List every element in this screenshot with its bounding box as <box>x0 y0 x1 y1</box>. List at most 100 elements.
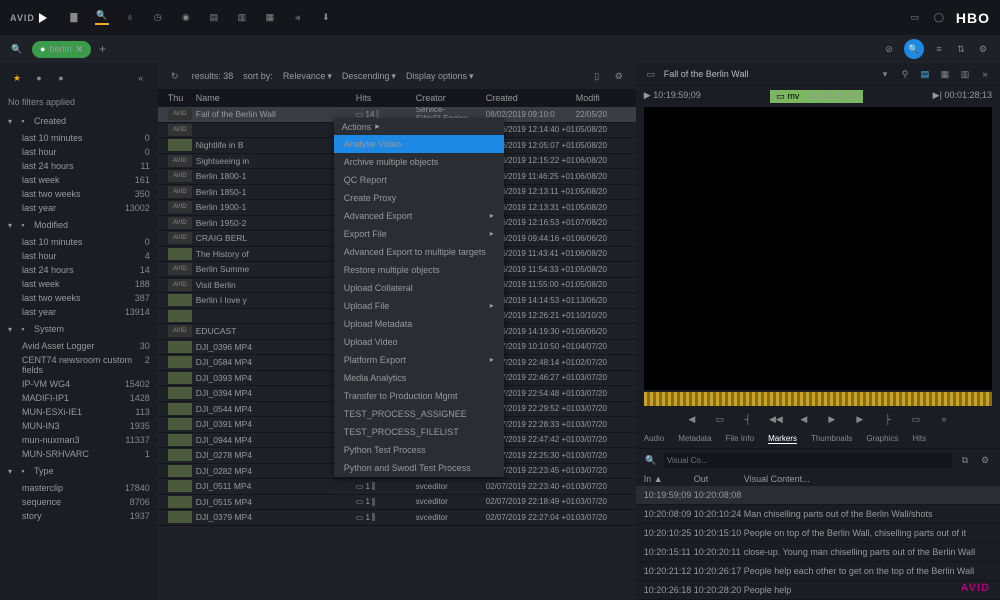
sidebar-section-head[interactable]: ▾ ▪ Type <box>8 461 150 481</box>
sidebar-section-head[interactable]: ▾ ▪ Modified <box>8 215 150 235</box>
layout2-icon[interactable]: ▦ <box>938 67 952 81</box>
add-chip-button[interactable]: + <box>99 42 106 56</box>
layout1-icon[interactable]: ▤ <box>918 67 932 81</box>
preview-tab[interactable]: Thumbnails <box>811 434 852 444</box>
ctx-menu-item[interactable]: Export File▸ <box>334 225 504 243</box>
marker-row[interactable]: 10:20:10:2510:20:15:10People on top of t… <box>636 524 1000 543</box>
sidebar-item[interactable]: MUN-IN31935 <box>8 419 150 433</box>
sidebar-item[interactable]: last week161 <box>8 173 150 187</box>
sidebar-item[interactable]: IP-VM WG415402 <box>8 377 150 391</box>
sidebar-item[interactable]: CENT74 newsroom custom fields2 <box>8 353 150 377</box>
prev-icon[interactable]: ◀ <box>797 412 811 426</box>
sidebar-item[interactable]: last 24 hours11 <box>8 159 150 173</box>
sidebar-section-head[interactable]: ▾ ▪ Created <box>8 111 150 131</box>
preview-tab[interactable]: Graphics <box>866 434 898 444</box>
display-dropdown[interactable]: Display options ▾ <box>406 71 474 82</box>
columns-icon[interactable]: ▯ <box>590 69 604 83</box>
preview-tab[interactable]: Metadata <box>678 434 711 444</box>
list-icon[interactable]: ≡ <box>932 42 946 56</box>
sidebar-item[interactable]: last year13914 <box>8 305 150 319</box>
ctx-menu-item[interactable]: TEST_PROCESS_FILELIST <box>334 423 504 441</box>
sidebar-item[interactable]: masterclip17840 <box>8 481 150 495</box>
preview-tab[interactable]: Audio <box>644 434 664 444</box>
ctx-menu-item[interactable]: Create Proxy <box>334 189 504 207</box>
star-icon[interactable]: ★ <box>10 71 24 85</box>
ctx-menu-item[interactable]: Archive multiple objects <box>334 153 504 171</box>
sidebar-item[interactable]: last hour0 <box>8 145 150 159</box>
in-icon[interactable]: ▭ <box>713 412 727 426</box>
sort-icon[interactable]: ⇅ <box>954 42 968 56</box>
sidebar-item[interactable]: last 10 minutes0 <box>8 235 150 249</box>
ctx-menu-item[interactable]: Advanced Export to multiple targets <box>334 243 504 261</box>
ctx-menu-item[interactable]: Media Analytics <box>334 369 504 387</box>
video-viewport[interactable] <box>644 107 992 390</box>
preview-tab[interactable]: File Info <box>726 434 754 444</box>
ctx-menu-item[interactable]: Upload Video <box>334 333 504 351</box>
folder-icon[interactable]: ▇ <box>67 11 81 25</box>
chip-remove-icon[interactable]: ✕ <box>75 44 83 55</box>
step-back-icon[interactable]: ┤ <box>741 412 755 426</box>
user-icon[interactable]: ◯ <box>932 11 946 25</box>
out-icon[interactable]: ▭ <box>909 412 923 426</box>
ctx-menu-item[interactable]: Advanced Export▸ <box>334 207 504 225</box>
check-icon[interactable]: ● <box>32 71 46 85</box>
collapse-sidebar-icon[interactable]: « <box>134 71 148 85</box>
copy-icon[interactable]: ⧉ <box>958 453 972 467</box>
more-icon[interactable]: » <box>978 67 992 81</box>
order-dropdown[interactable]: Descending ▾ <box>342 71 396 82</box>
sidebar-item[interactable]: mun-nuxman311337 <box>8 433 150 447</box>
gear-icon[interactable]: ⚙ <box>612 69 626 83</box>
sidebar-item[interactable]: MUN-ESXi-IE1113 <box>8 405 150 419</box>
ctx-menu-item[interactable]: Upload File▸ <box>334 297 504 315</box>
search-tab-icon[interactable]: 🔍 <box>95 11 109 25</box>
step-fwd-icon[interactable]: ├ <box>881 412 895 426</box>
clear-icon[interactable]: ⊘ <box>882 42 896 56</box>
marker-row[interactable]: 10:20:08:0910:20:10:24Man chiselling par… <box>636 505 1000 524</box>
table-row[interactable]: DJI_0515 MP4▭ 1 svceditor02/07/2019 22:1… <box>158 495 636 511</box>
ctx-menu-item[interactable]: Transfer to Production Mgmt <box>334 387 504 405</box>
timeline-scrubber[interactable] <box>644 392 992 406</box>
search-chip[interactable]: ● berlin ✕ <box>32 41 91 58</box>
ctx-menu-item[interactable]: Upload Collateral <box>334 279 504 297</box>
preview-tab[interactable]: Markers <box>768 434 797 444</box>
sidebar-item[interactable]: last two weeks350 <box>8 187 150 201</box>
sidebar-item[interactable]: last 24 hours14 <box>8 263 150 277</box>
link-icon[interactable]: ⬨ <box>123 11 137 25</box>
sidebar-item[interactable]: MUN-SRHVARC1 <box>8 447 150 461</box>
marker-icon[interactable]: ◀ <box>685 412 699 426</box>
next-icon[interactable]: ▶ <box>853 412 867 426</box>
more2-icon[interactable]: » <box>937 412 951 426</box>
badge-icon[interactable]: ◉ <box>179 11 193 25</box>
sidebar-item[interactable]: last year13002 <box>8 201 150 215</box>
page-icon[interactable]: ▥ <box>235 11 249 25</box>
ctx-menu-item[interactable]: Python and SwodI Test Process <box>334 459 504 477</box>
download-icon[interactable]: ⬇ <box>319 11 333 25</box>
pin-icon[interactable]: ⚲ <box>898 67 912 81</box>
sidebar-section-head[interactable]: ▾ ▪ System <box>8 319 150 339</box>
search-run-button[interactable]: 🔍 <box>904 39 924 59</box>
marker-row[interactable]: 10:19:59;0910:20:08;08 <box>636 486 1000 505</box>
sidebar-item[interactable]: last week188 <box>8 277 150 291</box>
ctx-menu-item[interactable]: QC Report <box>334 171 504 189</box>
doc-icon[interactable]: ▤ <box>207 11 221 25</box>
sidebar-item[interactable]: sequence8706 <box>8 495 150 509</box>
ctx-menu-item[interactable]: Python Test Process <box>334 441 504 459</box>
grid-icon[interactable]: ▦ <box>263 11 277 25</box>
x-icon[interactable]: ● <box>54 71 68 85</box>
refresh-icon[interactable]: ↻ <box>168 69 182 83</box>
ctx-menu-item[interactable]: Upload Metadata <box>334 315 504 333</box>
ctx-menu-item[interactable]: Platform Export▸ <box>334 351 504 369</box>
settings-icon[interactable]: ⚙ <box>976 42 990 56</box>
ctx-menu-item[interactable]: TEST_PROCESS_ASSIGNEE <box>334 405 504 423</box>
table-row[interactable]: DJI_0379 MP4▭ 1 svceditor02/07/2019 22:2… <box>158 510 636 526</box>
marker-row[interactable]: 10:20:21:1210:20:26:17People help each o… <box>636 562 1000 581</box>
sidebar-item[interactable]: story1937 <box>8 509 150 523</box>
marker-search-input[interactable] <box>664 453 952 468</box>
sidebar-item[interactable]: last hour4 <box>8 249 150 263</box>
ctx-menu-item[interactable]: Restore multiple objects <box>334 261 504 279</box>
sidebar-item[interactable]: Avid Asset Logger30 <box>8 339 150 353</box>
sidebar-item[interactable]: last 10 minutes0 <box>8 131 150 145</box>
notify-icon[interactable]: ▭ <box>908 11 922 25</box>
sort-dropdown[interactable]: Relevance ▾ <box>283 71 332 82</box>
preview-tab[interactable]: Hits <box>912 434 926 444</box>
